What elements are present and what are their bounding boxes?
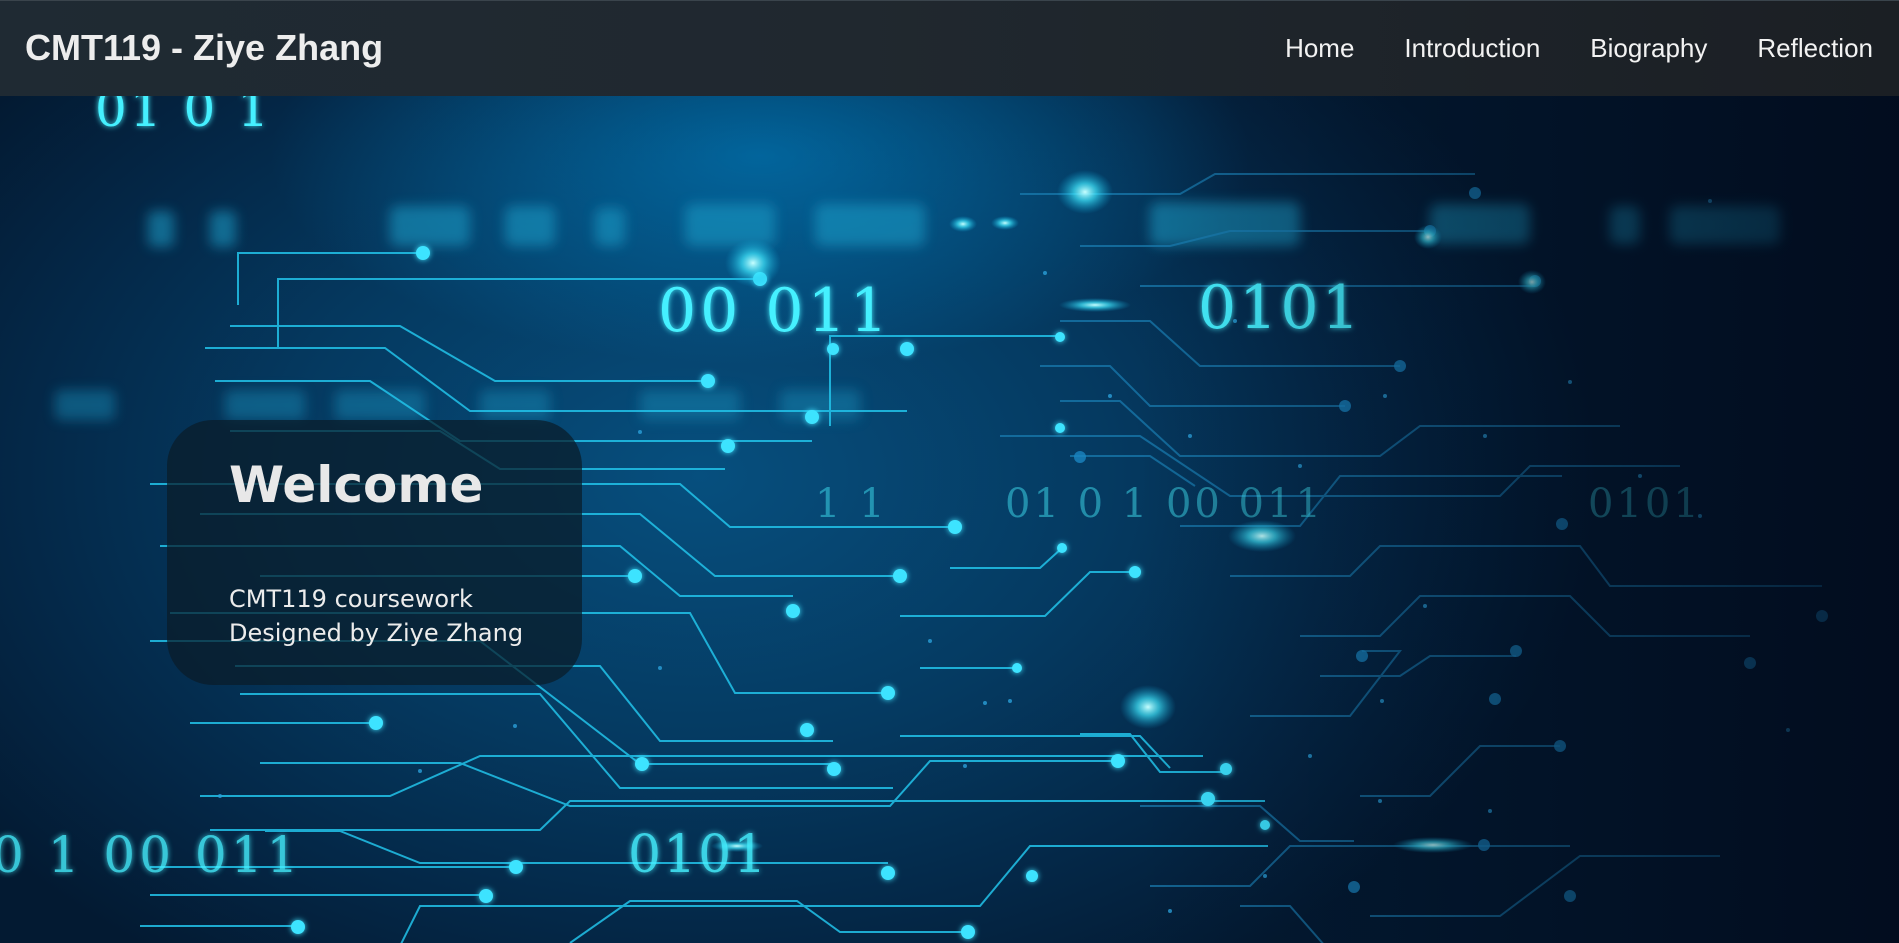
welcome-title: Welcome	[229, 456, 484, 514]
binary-text-bottom-center: 0101	[628, 825, 768, 885]
binary-text-mid: 01 0 1 00 011	[1005, 481, 1324, 527]
nav-link-biography[interactable]: Biography	[1590, 30, 1707, 66]
binary-text-center: 00 011	[658, 276, 892, 346]
site-brand-link[interactable]: CMT119 - Ziye Zhang	[25, 26, 383, 70]
circuit-traces-right	[1000, 173, 1822, 943]
nav-link-introduction[interactable]: Introduction	[1404, 30, 1540, 66]
binary-text-mid-left: 1 1	[815, 481, 888, 527]
page: CMT119 - Ziye Zhang Home Introduction Bi…	[0, 0, 1899, 943]
welcome-card: Welcome CMT119 coursework Designed by Zi…	[167, 420, 582, 685]
binary-text-center-right: 0101	[1198, 273, 1363, 343]
binary-text-bottom-left: 0 1 00 011	[0, 826, 302, 884]
welcome-line-designer: Designed by Ziye Zhang	[229, 619, 524, 647]
nav-links: Home Introduction Biography Reflection	[1285, 30, 1873, 66]
welcome-description: CMT119 coursework Designed by Ziye Zhang	[229, 582, 523, 650]
binary-text-mid-right: 0101	[1588, 481, 1702, 527]
binary-text-top-left: 01 0 1	[95, 96, 272, 138]
blurred-digit-band-middle	[55, 390, 860, 420]
circuit-nodes-faint	[1074, 187, 1828, 902]
welcome-line-coursework: CMT119 coursework	[229, 585, 473, 613]
nav-link-home[interactable]: Home	[1285, 30, 1354, 66]
top-navbar: CMT119 - Ziye Zhang Home Introduction Bi…	[0, 0, 1899, 96]
nav-link-reflection[interactable]: Reflection	[1757, 30, 1873, 66]
